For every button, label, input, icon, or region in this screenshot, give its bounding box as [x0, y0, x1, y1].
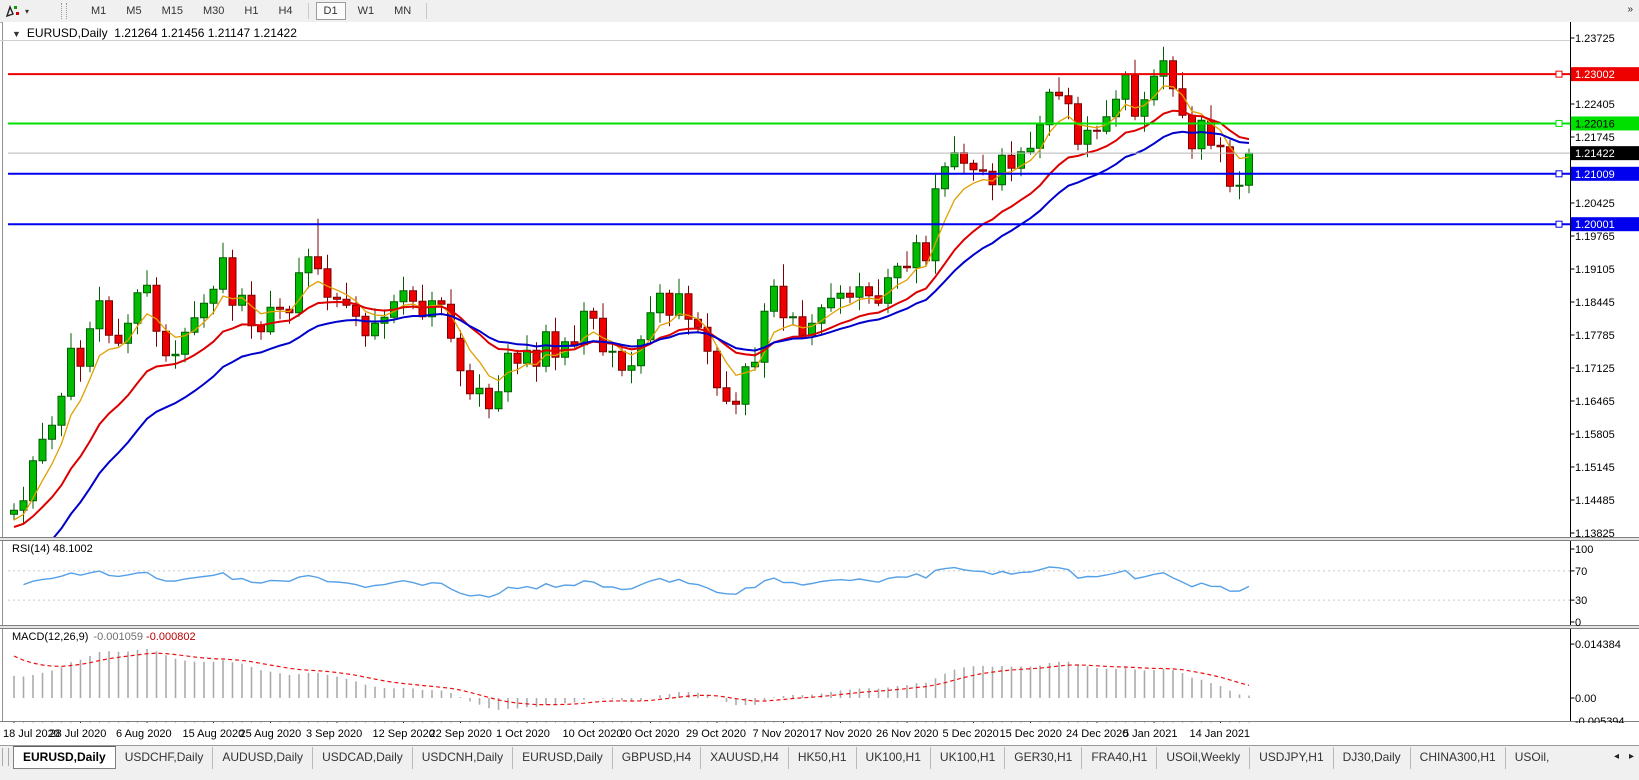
- svg-text:30: 30: [1575, 595, 1587, 607]
- svg-text:0: 0: [1575, 617, 1581, 629]
- chart-tab-xauusd-h4[interactable]: XAUUSD,H4: [700, 747, 788, 769]
- chart-tab-audusd-daily[interactable]: AUDUSD,Daily: [212, 747, 312, 769]
- chart-canvas: 1.23725 1.22405 1.21745 1.20425 1.19765 1.191…: [0, 0, 1639, 745]
- date-tick-label: 5 Jan 2021: [1123, 728, 1177, 740]
- date-tick-label: 7 Nov 2020: [753, 728, 809, 740]
- macd-signal-value: -0.000802: [146, 631, 196, 643]
- svg-text:1.20001: 1.20001: [1575, 219, 1615, 231]
- rsi-indicator-label: RSI(14) 48.1002: [12, 543, 93, 555]
- chart-tab-eurusd-daily[interactable]: EURUSD,Daily: [13, 746, 116, 769]
- date-tick-label: 26 Nov 2020: [876, 728, 938, 740]
- price-tag-1.23002: 1.23002: [1571, 67, 1639, 81]
- svg-text:1.18445: 1.18445: [1575, 297, 1615, 309]
- date-tick-label: 1 Oct 2020: [496, 728, 550, 740]
- date-tick-label: 12 Sep 2020: [373, 728, 435, 740]
- svg-text:1.19105: 1.19105: [1575, 264, 1615, 276]
- chart-tab-usdchf-daily[interactable]: USDCHF,Daily: [116, 747, 213, 769]
- tabbar-grip[interactable]: [2, 748, 9, 766]
- date-tick-label: 14 Jan 2021: [1190, 728, 1251, 740]
- chart-tab-ger30-h1[interactable]: GER30,H1: [1004, 747, 1081, 769]
- chart-tab-uk100-h1[interactable]: UK100,H1: [856, 747, 930, 769]
- chart-tab-bar: EURUSD,DailyUSDCHF,DailyAUDUSD,DailyUSDC…: [0, 745, 1639, 780]
- current-price-tag: 1.21422: [1571, 146, 1639, 160]
- chart-ohlc-values: 1.21264 1.21456 1.21147 1.21422: [114, 26, 297, 40]
- macd-main-value: -0.001059: [93, 631, 143, 643]
- date-tick-label: 15 Dec 2020: [1000, 728, 1062, 740]
- svg-text:1.16465: 1.16465: [1575, 396, 1615, 408]
- tab-scroll-buttons: ◂ ▸: [1609, 746, 1639, 766]
- chart-tab-eurusd-daily[interactable]: EURUSD,Daily: [512, 747, 612, 769]
- svg-text:100: 100: [1575, 544, 1593, 556]
- chart-tab-usoil-weekly[interactable]: USOil,Weekly: [1156, 747, 1249, 769]
- chart-tab-usdcad-daily[interactable]: USDCAD,Daily: [312, 747, 412, 769]
- collapse-chart-icon[interactable]: ▼: [12, 29, 21, 39]
- price-tag-1.20001: 1.20001: [1571, 217, 1639, 231]
- date-tick-label: 28 Jul 2020: [50, 728, 107, 740]
- date-tick-label: 5 Dec 2020: [943, 728, 999, 740]
- tab-scroll-right-icon[interactable]: ▸: [1624, 749, 1639, 764]
- svg-text:1.15145: 1.15145: [1575, 462, 1615, 474]
- date-tick-label: 3 Sep 2020: [306, 728, 362, 740]
- date-tick-label: 20 Oct 2020: [620, 728, 680, 740]
- chart-title: ▼ EURUSD,Daily 1.21264 1.21456 1.21147 1.…: [12, 26, 297, 40]
- svg-text:1.19765: 1.19765: [1575, 231, 1615, 243]
- svg-text:1.23002: 1.23002: [1575, 69, 1615, 81]
- svg-text:0.00: 0.00: [1575, 693, 1596, 705]
- svg-text:1.21422: 1.21422: [1575, 148, 1615, 160]
- svg-text:70: 70: [1575, 566, 1587, 578]
- date-tick-label: 29 Oct 2020: [686, 728, 746, 740]
- date-tick-label: 17 Nov 2020: [810, 728, 872, 740]
- svg-text:1.21745: 1.21745: [1575, 132, 1615, 144]
- date-tick-label: 24 Dec 2020: [1066, 728, 1128, 740]
- svg-text:1.17785: 1.17785: [1575, 330, 1615, 342]
- chart-tab-usoil-[interactable]: USOil,: [1505, 747, 1559, 769]
- date-tick-label: 25 Aug 2020: [240, 728, 302, 740]
- svg-text:1.20425: 1.20425: [1575, 198, 1615, 210]
- date-tick-label: 15 Aug 2020: [183, 728, 245, 740]
- svg-text:1.22016: 1.22016: [1575, 118, 1615, 130]
- mt4-window: ▾ M1M5M15M30H1H4D1W1MN » 1.237251.224051…: [0, 0, 1639, 780]
- macd-name: MACD(12,26,9): [12, 631, 88, 643]
- price-tag-1.21009: 1.21009: [1571, 167, 1639, 181]
- svg-text:1.15805: 1.15805: [1575, 429, 1615, 441]
- chart-tab-china300-h1[interactable]: CHINA300,H1: [1410, 747, 1505, 769]
- chart-tab-fra40-h1[interactable]: FRA40,H1: [1081, 747, 1156, 769]
- chart-tab-dj30-daily[interactable]: DJ30,Daily: [1333, 747, 1410, 769]
- chart-tab-gbpusd-h4[interactable]: GBPUSD,H4: [612, 747, 700, 769]
- chart-tab-uk100-h1[interactable]: UK100,H1: [930, 747, 1004, 769]
- date-tick-label: 6 Aug 2020: [116, 728, 172, 740]
- macd-indicator-label: MACD(12,26,9) -0.001059 -0.000802: [12, 631, 196, 643]
- chart-tab-usdjpy-h1[interactable]: USDJPY,H1: [1249, 747, 1332, 769]
- date-tick-label: 22 Sep 2020: [430, 728, 492, 740]
- date-axis: 18 Jul 202028 Jul 20206 Aug 202015 Aug 2…: [0, 723, 1639, 745]
- svg-text:1.23725: 1.23725: [1575, 33, 1615, 45]
- tabs-container: EURUSD,DailyUSDCHF,DailyAUDUSD,DailyUSDC…: [13, 746, 1558, 769]
- svg-text:1.22405: 1.22405: [1575, 99, 1615, 111]
- svg-text:1.17125: 1.17125: [1575, 363, 1615, 375]
- chart-symbol-label: EURUSD,Daily: [27, 26, 108, 40]
- tab-scroll-left-icon[interactable]: ◂: [1609, 749, 1624, 764]
- svg-text:1.21009: 1.21009: [1575, 169, 1615, 181]
- svg-text:0.014384: 0.014384: [1575, 639, 1621, 651]
- chart-tab-hk50-h1[interactable]: HK50,H1: [788, 747, 856, 769]
- chart-tab-usdcnh-daily[interactable]: USDCNH,Daily: [412, 747, 512, 769]
- date-tick-label: 10 Oct 2020: [563, 728, 623, 740]
- svg-text:1.14485: 1.14485: [1575, 495, 1615, 507]
- price-tag-1.22016: 1.22016: [1571, 116, 1639, 130]
